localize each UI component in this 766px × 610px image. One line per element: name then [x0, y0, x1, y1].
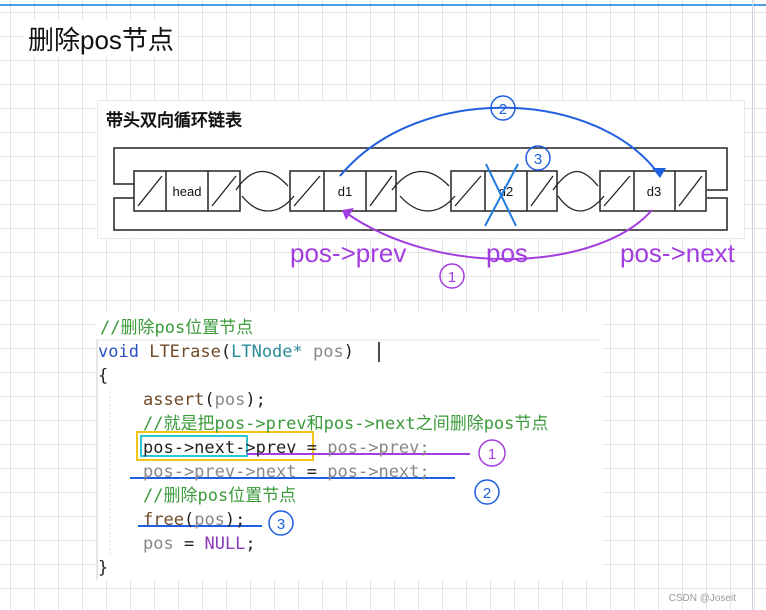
type-ltnode: LTNode*: [231, 342, 303, 362]
code-comment-header: //删除pos位置节点: [100, 318, 254, 338]
code-null: pos = NULL;: [143, 534, 256, 554]
kw-void: void: [98, 342, 139, 362]
param-pos: pos: [313, 342, 344, 362]
code-assert: assert(pos);: [143, 390, 266, 410]
watermark: CSDN @Joseit: [668, 593, 736, 604]
close-brace: }: [98, 558, 109, 578]
open-brace: {: [98, 366, 109, 386]
code-comment-delete: //删除pos位置节点: [143, 486, 297, 506]
code-line2: pos->prev->next = pos->next;: [143, 462, 430, 482]
svg-text:2: 2: [483, 485, 491, 502]
code-free: free(pos);: [143, 510, 246, 530]
code-comment-between: //就是把pos->prev和pos->next之间删除pos节点: [143, 414, 549, 434]
code-signature: void LTErase(LTNode* pos): [98, 342, 354, 362]
step-mark-1-code: 1: [478, 439, 506, 467]
code-guides: 1 2 3: [96, 339, 600, 580]
svg-text:1: 1: [488, 446, 496, 463]
code-line1: pos->next->prev = pos->prev;: [143, 438, 430, 458]
step-mark-2-code: 2: [474, 479, 500, 505]
svg-text:3: 3: [277, 516, 285, 533]
fn-lterase: LTErase: [149, 342, 221, 362]
step-mark-3-code: 3: [268, 510, 294, 536]
